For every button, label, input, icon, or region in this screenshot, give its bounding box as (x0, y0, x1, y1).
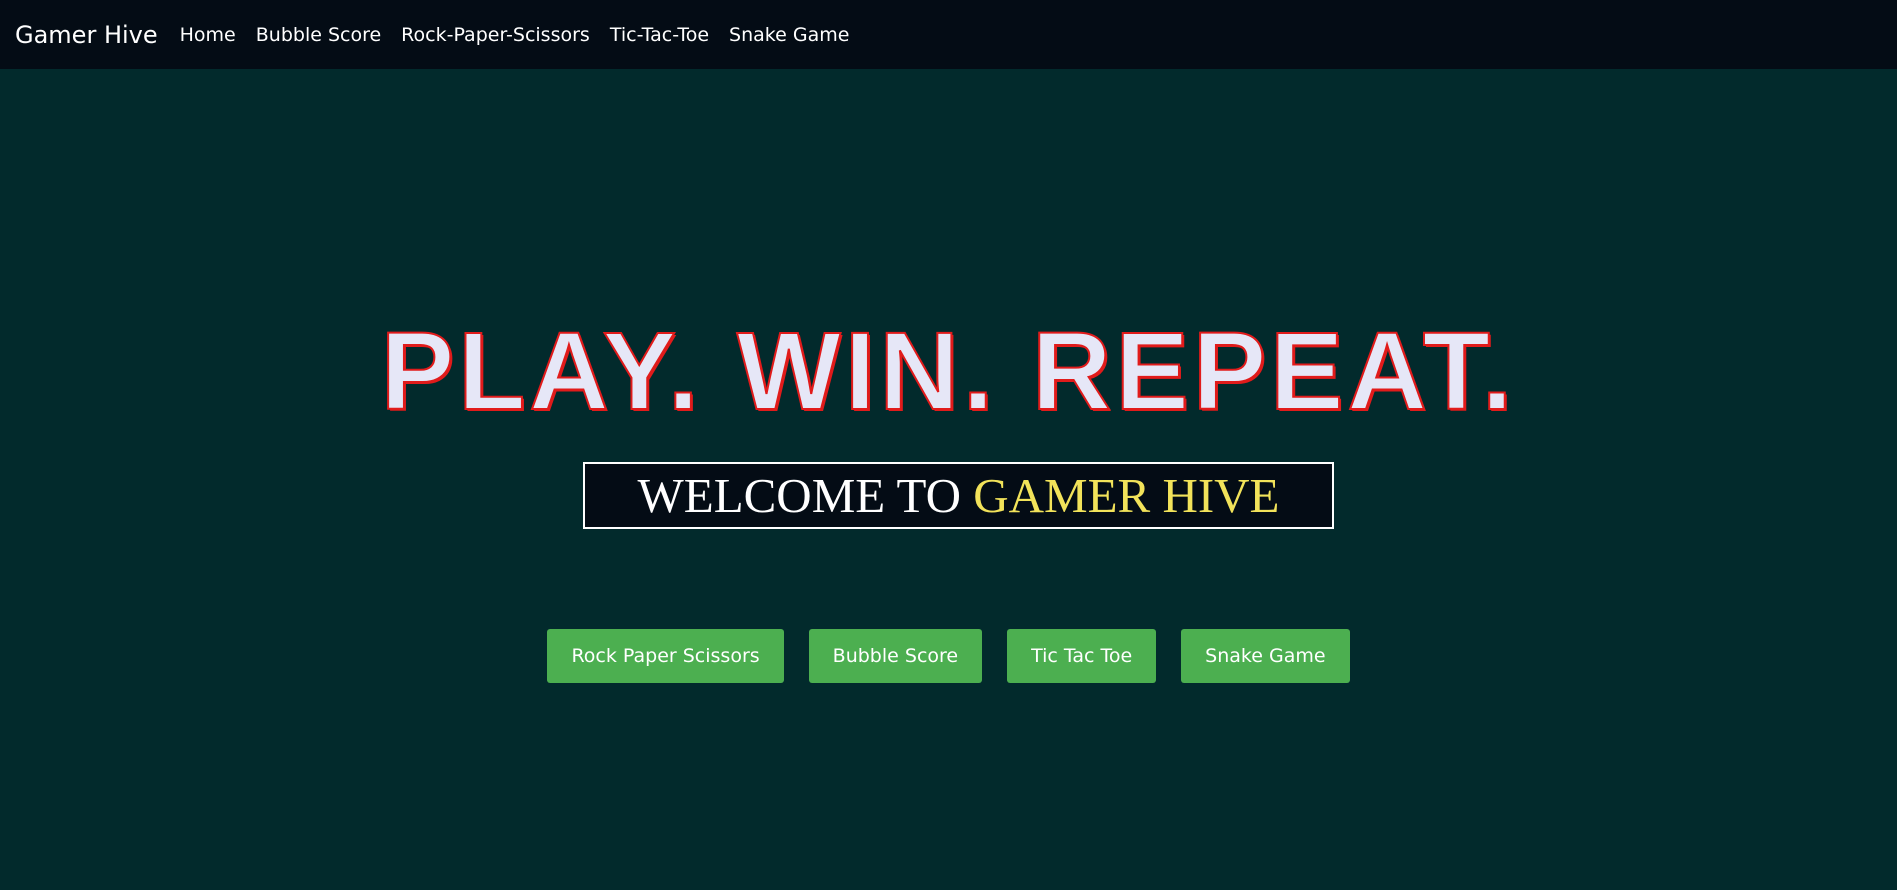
welcome-banner: WELCOME TO GAMER HIVE (583, 462, 1334, 529)
snake-game-button[interactable]: Snake Game (1181, 629, 1350, 683)
welcome-prefix: WELCOME TO (637, 468, 974, 523)
game-button-row: Rock Paper Scissors Bubble Score Tic Tac… (0, 629, 1897, 683)
rock-paper-scissors-button[interactable]: Rock Paper Scissors (547, 629, 784, 683)
top-navbar: Gamer Hive Home Bubble Score Rock-Paper-… (0, 0, 1897, 69)
nav-link-home[interactable]: Home (180, 24, 236, 46)
hero-title: PLAY. WIN. REPEAT. (380, 310, 1517, 433)
welcome-site-name: GAMER HIVE (973, 468, 1280, 523)
nav-link-rock-paper-scissors[interactable]: Rock-Paper-Scissors (401, 24, 590, 46)
nav-link-tic-tac-toe[interactable]: Tic-Tac-Toe (610, 24, 709, 46)
nav-link-bubble-score[interactable]: Bubble Score (256, 24, 381, 46)
bubble-score-button[interactable]: Bubble Score (808, 629, 983, 683)
nav-links: Home Bubble Score Rock-Paper-Scissors Ti… (180, 24, 850, 46)
nav-link-snake-game[interactable]: Snake Game (729, 24, 849, 46)
tic-tac-toe-button[interactable]: Tic Tac Toe (1007, 629, 1157, 683)
page: Gamer Hive Home Bubble Score Rock-Paper-… (0, 0, 1897, 890)
brand-link[interactable]: Gamer Hive (15, 21, 158, 49)
